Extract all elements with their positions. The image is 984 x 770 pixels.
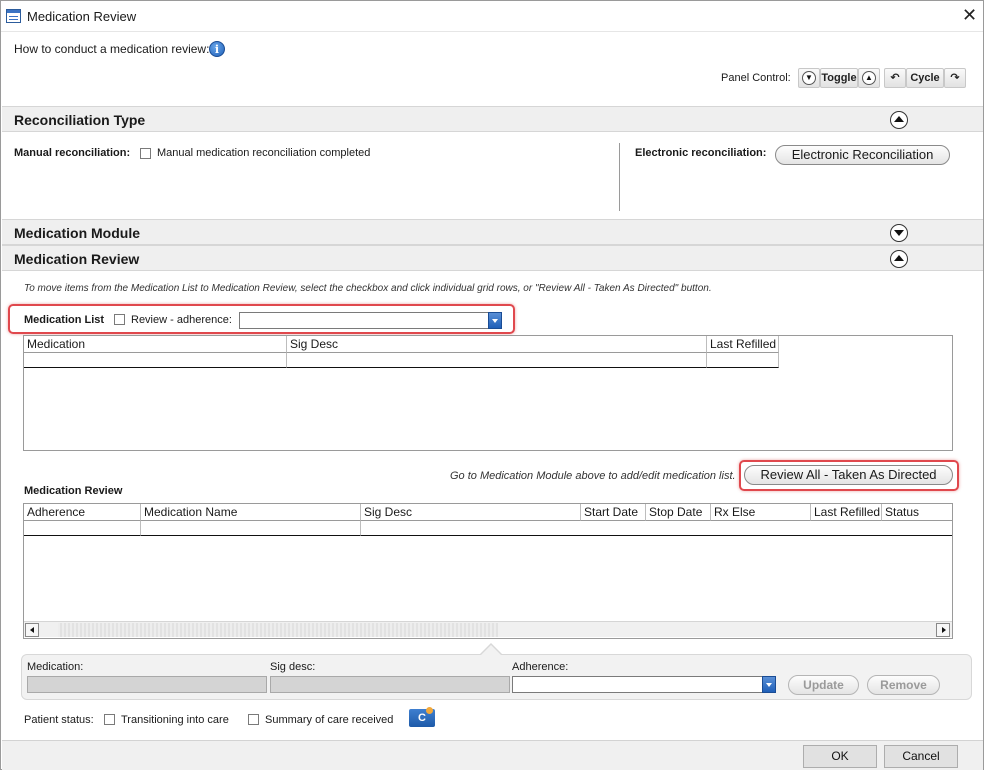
grid-window-icon (6, 9, 21, 23)
medication-list-grid[interactable]: Medication Sig Desc Last Refilled (23, 335, 953, 451)
undo-arrow-icon: ↶ (890, 72, 900, 84)
close-icon[interactable]: ✕ (962, 6, 977, 24)
scroll-right-icon[interactable] (936, 623, 950, 637)
edit-sig-label: Sig desc: (270, 661, 316, 673)
table-cell[interactable] (707, 353, 779, 368)
toggle-button[interactable]: Toggle (820, 68, 858, 88)
column-header[interactable]: Status (882, 504, 952, 521)
chevron-down-icon[interactable] (762, 676, 776, 693)
review-adherence-label: Review - adherence: (131, 314, 232, 326)
expand-icon[interactable] (890, 224, 908, 242)
section-reconciliation-type[interactable]: Reconciliation Type (2, 106, 983, 132)
expand-all-button[interactable]: ▲ (858, 68, 880, 88)
divider (619, 143, 620, 211)
medication-review-grid[interactable]: Adherence Medication Name Sig Desc Start… (23, 503, 953, 639)
cycle-back-button[interactable]: ↶ (884, 68, 906, 88)
ok-button[interactable]: OK (803, 745, 877, 768)
table-cell[interactable] (361, 521, 952, 536)
electronic-reconciliation-label: Electronic reconciliation: (635, 147, 767, 159)
medication-review-window: Medication Review ✕ How to conduct a med… (0, 0, 984, 770)
edit-medication-field (27, 676, 267, 693)
table-cell[interactable] (141, 521, 361, 536)
adherence-dropdown[interactable] (239, 312, 502, 329)
horizontal-scrollbar[interactable] (24, 621, 952, 637)
manual-reconciliation-label: Manual reconciliation: (14, 147, 131, 159)
column-header[interactable]: Last Refilled (707, 336, 779, 353)
medication-list-label: Medication List (24, 314, 105, 326)
transitioning-label: Transitioning into care (121, 714, 229, 726)
table-cell[interactable] (287, 353, 707, 368)
chevron-down-icon[interactable] (488, 312, 502, 329)
window-title: Medication Review (27, 9, 137, 24)
remove-button[interactable]: Remove (867, 675, 940, 695)
patient-status-label: Patient status: (24, 714, 94, 726)
column-header[interactable]: Adherence (24, 504, 141, 521)
section-title: Medication Module (14, 225, 140, 241)
instruction-text: To move items from the Medication List t… (24, 283, 712, 294)
info-icon[interactable]: i (209, 41, 225, 57)
edit-adherence-label: Adherence: (512, 661, 569, 673)
module-hint-text: Go to Medication Module above to add/edi… (450, 470, 736, 482)
manual-reconciliation-checkbox-label: Manual medication reconciliation complet… (157, 147, 371, 159)
scroll-left-icon[interactable] (25, 623, 39, 637)
section-title: Medication Review (14, 251, 140, 267)
review-all-button[interactable]: Review All - Taken As Directed (744, 465, 953, 485)
help-text: How to conduct a medication review: (14, 42, 210, 56)
edit-sig-field (270, 676, 510, 693)
chevron-up-icon: ▲ (862, 71, 876, 85)
chevron-down-icon: ▼ (802, 71, 816, 85)
column-header[interactable]: Medication Name (141, 504, 361, 521)
title-bar: Medication Review ✕ (1, 1, 983, 32)
review-adherence-checkbox[interactable] (114, 314, 125, 325)
column-header[interactable]: Medication (24, 336, 287, 353)
column-header[interactable]: Rx Else (711, 504, 811, 521)
section-medication-module[interactable]: Medication Module (2, 219, 983, 245)
cycle-forward-button[interactable]: ↷ (944, 68, 966, 88)
edit-medication-label: Medication: (27, 661, 84, 673)
column-header[interactable]: Sig Desc (287, 336, 707, 353)
collapse-all-button[interactable]: ▼ (798, 68, 820, 88)
collapse-icon[interactable] (890, 250, 908, 268)
transitioning-checkbox[interactable] (104, 714, 115, 725)
review-grid-title: Medication Review (24, 485, 123, 497)
manual-reconciliation-checkbox[interactable] (140, 148, 151, 159)
panel-pointer-inner (481, 645, 501, 655)
collapse-icon[interactable] (890, 111, 908, 129)
update-button[interactable]: Update (788, 675, 859, 695)
section-title: Reconciliation Type (14, 112, 146, 128)
column-header[interactable]: Stop Date (646, 504, 711, 521)
table-cell[interactable] (24, 353, 287, 368)
column-header[interactable]: Last Refilled (811, 504, 882, 521)
summary-of-care-label: Summary of care received (265, 714, 394, 726)
cycle-button[interactable]: Cycle (906, 68, 944, 88)
column-header[interactable]: Sig Desc (361, 504, 581, 521)
care-exchange-icon[interactable]: C (409, 707, 435, 727)
summary-of-care-checkbox[interactable] (248, 714, 259, 725)
section-medication-review[interactable]: Medication Review (2, 245, 983, 271)
electronic-reconciliation-button[interactable]: Electronic Reconciliation (775, 145, 950, 165)
dialog-footer: OK Cancel (2, 740, 983, 770)
column-header[interactable]: Start Date (581, 504, 646, 521)
cancel-button[interactable]: Cancel (884, 745, 958, 768)
panel-control-label: Panel Control: (721, 72, 791, 84)
edit-adherence-dropdown[interactable] (512, 676, 776, 693)
redo-arrow-icon: ↷ (950, 72, 960, 84)
scrollbar-thumb[interactable] (58, 623, 498, 637)
table-cell[interactable] (24, 521, 141, 536)
